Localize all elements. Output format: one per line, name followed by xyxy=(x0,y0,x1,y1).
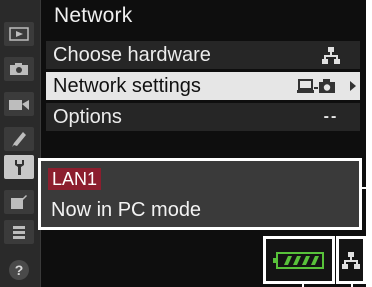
menu-item-label: Options xyxy=(53,105,122,128)
movie-shooting-icon xyxy=(9,100,29,110)
menu-title: Network xyxy=(54,4,133,27)
menu-item-network-settings[interactable]: Network settings xyxy=(46,72,360,100)
network-icon xyxy=(322,47,340,64)
callout-line-network xyxy=(351,282,353,287)
menu-item-choose-hardware[interactable]: Choose hardware xyxy=(46,41,360,69)
menu-item-value: -- xyxy=(323,108,339,125)
help-button[interactable]: ? xyxy=(4,258,34,282)
connection-status-panel: LAN1 Now in PC mode xyxy=(38,158,362,230)
tab-setup[interactable] xyxy=(4,155,34,179)
network-status-indicator xyxy=(336,236,366,284)
menu-item-label: Network settings xyxy=(53,74,201,97)
tab-movie-shooting[interactable] xyxy=(4,92,34,116)
camera-screen: ? Network Choose hardware Network settin… xyxy=(0,0,366,287)
computer-camera-icon xyxy=(297,79,335,93)
signal-indicator xyxy=(263,236,335,284)
wired-lan-signal-icon xyxy=(273,252,324,269)
callout-line-status xyxy=(362,187,372,189)
my-menu-icon xyxy=(13,226,25,239)
connection-name-badge: LAN1 xyxy=(48,168,102,190)
callout-line-signal xyxy=(302,282,304,287)
submenu-arrow-icon xyxy=(346,72,360,100)
network-icon xyxy=(342,252,360,269)
playback-icon xyxy=(9,27,29,41)
svg-text:?: ? xyxy=(15,262,24,278)
menu-item-value xyxy=(288,77,346,95)
pencil-icon xyxy=(12,132,26,147)
menu-item-value xyxy=(302,46,360,64)
photo-shooting-icon xyxy=(10,63,28,75)
retouch-icon xyxy=(11,195,27,209)
tab-custom-settings[interactable] xyxy=(4,127,34,151)
tab-my-menu[interactable] xyxy=(4,220,34,244)
tab-playback[interactable] xyxy=(4,22,34,46)
menu-sidebar: ? xyxy=(0,0,41,287)
setup-wrench-icon xyxy=(15,160,24,175)
tab-photo-shooting[interactable] xyxy=(4,57,34,81)
menu-item-options[interactable]: Options -- xyxy=(46,103,360,131)
mode-message: Now in PC mode xyxy=(51,199,202,221)
tab-retouch[interactable] xyxy=(4,190,34,214)
help-icon: ? xyxy=(9,260,29,280)
menu-item-label: Choose hardware xyxy=(53,43,211,66)
